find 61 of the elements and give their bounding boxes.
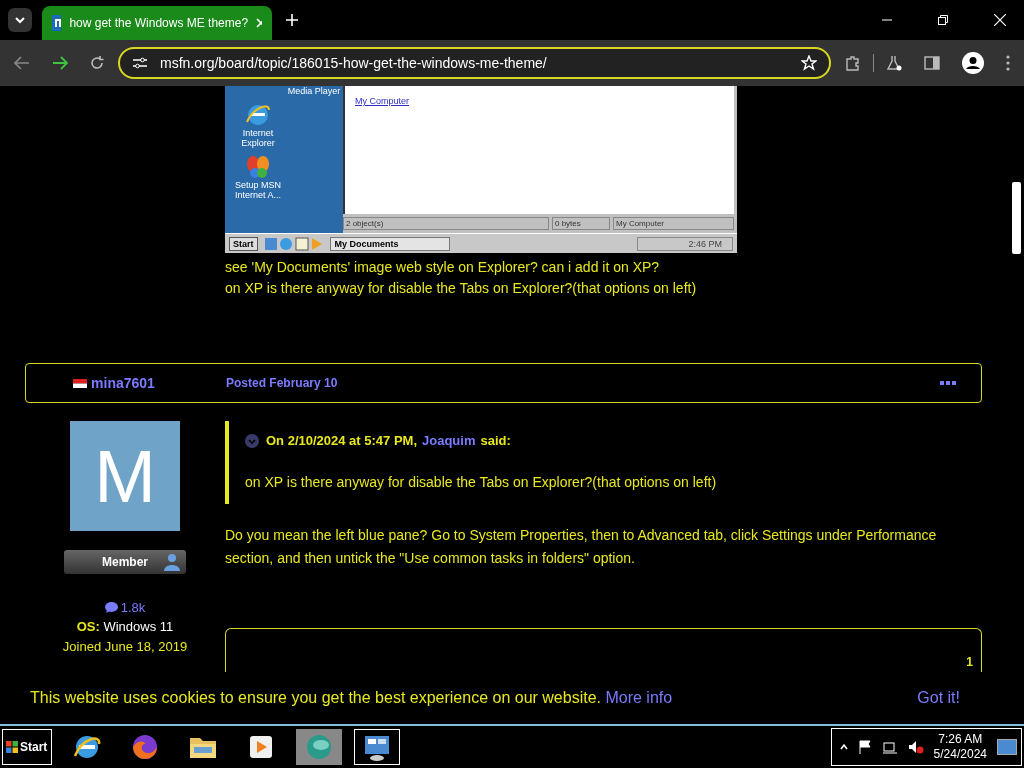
- chevron-down-icon: [14, 16, 26, 24]
- clock-time: 7:26 AM: [938, 732, 983, 747]
- post-text: on XP is there anyway for disable the Tabs on Explorer?(that options on left): [225, 280, 698, 297]
- quote-text: on XP is there anyway for disable the Tabs on Explorer?(that options on left): [245, 474, 718, 490]
- joined-date: Joined June 18, 2019: [62, 639, 188, 654]
- folder-link[interactable]: My Computer: [355, 96, 724, 106]
- quote-said: said:: [480, 433, 511, 448]
- scrollbar-thumb[interactable]: [1012, 182, 1021, 254]
- role-label: Member: [102, 555, 148, 569]
- status-pane: 2 object(s): [343, 217, 549, 230]
- start-button[interactable]: Start: [229, 236, 258, 251]
- flag-icon: [73, 378, 88, 388]
- got-it-button[interactable]: Got it!: [911, 688, 966, 708]
- tab-search-button[interactable]: [8, 8, 32, 32]
- post-count: 1.8k: [120, 600, 146, 615]
- flag-icon[interactable]: [857, 740, 872, 754]
- speaker-muted-icon[interactable]: [907, 740, 924, 754]
- browser-tab[interactable]: how get the Windows ME theme?: [42, 6, 272, 40]
- profile-icon[interactable]: [962, 52, 984, 74]
- new-tab-icon[interactable]: [286, 14, 298, 26]
- desktop-icon-label: Media Player: [287, 86, 341, 96]
- back-icon[interactable]: [14, 56, 30, 70]
- tray-clock: 2:46 PM: [637, 236, 733, 251]
- side-panel-icon[interactable]: [924, 55, 940, 71]
- reaction-count: 1: [966, 655, 973, 669]
- desktop-icon-label: Setup MSN Internet A...: [234, 180, 282, 200]
- quote-author-link[interactable]: Joaquim: [422, 433, 476, 448]
- site-favicon-icon: [52, 15, 62, 31]
- person-icon: [163, 553, 181, 571]
- restore-icon[interactable]: [938, 15, 948, 25]
- url-text: msfn.org/board/topic/186015-how-get-the-windows-me-theme/: [160, 55, 547, 71]
- status-pane: My Computer: [613, 217, 734, 230]
- fox-globe-icon[interactable]: [130, 732, 160, 762]
- post-text: see 'My Documents' image web style on Explorer? can i add it on XP?: [225, 259, 661, 276]
- close-icon[interactable]: [994, 14, 1006, 26]
- start-button[interactable]: Start: [2, 729, 52, 765]
- status-pane: 0 bytes: [552, 217, 610, 230]
- speech-bubble-icon: [104, 602, 118, 613]
- more-info-link[interactable]: More info: [605, 689, 673, 706]
- post-date-link[interactable]: Posted February 10: [226, 376, 338, 390]
- network-icon[interactable]: [881, 740, 898, 754]
- address-field[interactable]: msfn.org/board/topic/186015-how-get-the-windows-me-theme/: [118, 47, 831, 79]
- cookie-text: This website uses cookies to ensure you get the best experience on our website. More info: [30, 689, 674, 707]
- tab-title: how get the Windows ME theme?: [69, 16, 249, 30]
- more-options-icon[interactable]: [940, 381, 956, 385]
- quote-date: On 2/10/2024 at 5:47 PM,: [266, 433, 418, 448]
- menu-icon[interactable]: [1006, 55, 1010, 71]
- desktop-icon-label: Internet Explorer: [240, 128, 276, 148]
- author-link[interactable]: mina7601: [91, 375, 155, 391]
- reload-icon[interactable]: [90, 56, 104, 70]
- chevron-up-icon[interactable]: [839, 743, 848, 751]
- puzzle-piece-icon[interactable]: [845, 55, 861, 71]
- reply-text: Do you mean the left blue pane? Go to System Properties, then to Advanced tab, click Settings under Performance section, and then untick the "Use common tasks in folders" option.: [225, 526, 938, 568]
- clock-date: 5/24/2024: [933, 747, 987, 762]
- windows-logo-icon: [6, 741, 18, 753]
- site-settings-icon[interactable]: [132, 56, 148, 70]
- os-info: OS: Windows 11: [76, 619, 174, 634]
- forward-icon[interactable]: [52, 56, 68, 70]
- flask-icon[interactable]: [886, 55, 902, 71]
- taskbar-window-button[interactable]: My Documents: [329, 236, 450, 251]
- star-icon[interactable]: [801, 55, 817, 71]
